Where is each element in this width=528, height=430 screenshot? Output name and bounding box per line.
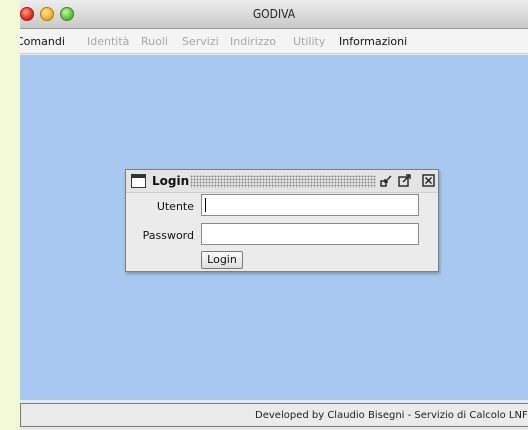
window-titlebar[interactable]: GODIVA — [20, 0, 528, 29]
window-title: GODIVA — [252, 7, 296, 21]
menu-identita[interactable]: Identità — [87, 35, 129, 48]
menu-bar: Comandi Identità Ruoli Servizi Indirizzo… — [20, 29, 528, 54]
maximize-icon[interactable] — [398, 174, 411, 187]
menu-informazioni[interactable]: Informazioni — [339, 35, 407, 48]
password-label: Password — [142, 229, 194, 242]
login-dialog-title: Login — [152, 174, 190, 188]
menu-comandi[interactable]: Comandi — [20, 35, 65, 48]
username-label: Utente — [156, 200, 194, 213]
close-icon[interactable] — [422, 174, 435, 187]
titlebar-texture — [190, 175, 376, 188]
background-strip — [0, 0, 20, 430]
login-dialog-titlebar[interactable]: Login — [126, 170, 438, 193]
window-icon — [131, 174, 146, 188]
menu-indirizzo[interactable]: Indirizzo — [230, 35, 276, 48]
menu-utility[interactable]: Utility — [293, 35, 325, 48]
password-field[interactable] — [201, 223, 419, 245]
status-text: Developed by Claudio Bisegni - Servizio … — [255, 410, 528, 421]
menu-ruoli[interactable]: Ruoli — [141, 35, 168, 48]
menu-servizi[interactable]: Servizi — [182, 35, 219, 48]
text-caret — [205, 198, 206, 212]
status-bar: Developed by Claudio Bisegni - Servizio … — [20, 400, 528, 430]
status-box: Developed by Claudio Bisegni - Servizio … — [20, 403, 528, 427]
login-dialog: Login Utente Password Login — [125, 169, 439, 272]
login-button[interactable]: Login — [201, 251, 243, 269]
username-field[interactable] — [201, 194, 419, 216]
iconify-icon[interactable] — [380, 174, 393, 187]
